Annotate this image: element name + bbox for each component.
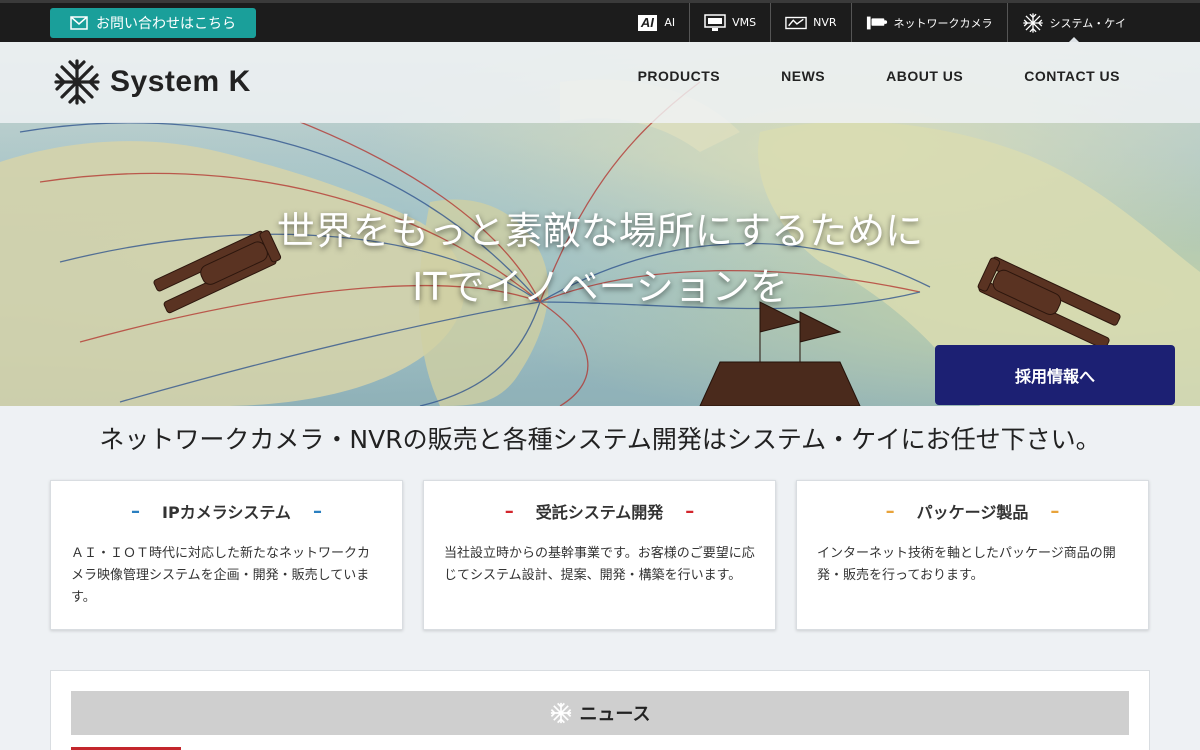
systemk-logo-icon <box>551 702 572 724</box>
camera-icon <box>866 16 887 29</box>
nav-about-us[interactable]: ABOUT US <box>886 68 963 84</box>
site-header: System K PRODUCTS NEWS ABOUT US CONTACT … <box>0 42 1200 123</box>
service-card-description: 当社設立時からの基幹事業です。お客様のご要望に応じてシステム設計、提案、開発・構… <box>444 546 755 583</box>
service-card-title: – IPカメラシステム – <box>131 500 322 523</box>
accent-dash: – <box>312 500 322 522</box>
service-card-ip-camera[interactable]: – IPカメラシステム – ＡＩ・ＩＯＴ時代に対応した新たなネットワークカメラ映… <box>50 480 403 630</box>
service-card-contract-development[interactable]: – 受託システム開発 – 当社設立時からの基幹事業です。お客様のご要望に応じてシ… <box>423 480 776 630</box>
accent-dash: – <box>504 500 514 522</box>
hero-banner: System K PRODUCTS NEWS ABOUT US CONTACT … <box>0 42 1200 406</box>
service-card-package-products[interactable]: – パッケージ製品 – インターネット技術を軸としたパッケージ商品の開発・販売を… <box>796 480 1149 630</box>
site-logo[interactable]: System K <box>52 57 251 107</box>
nav-products[interactable]: PRODUCTS <box>638 68 721 84</box>
news-section: ニュース <box>50 670 1150 750</box>
nav-news[interactable]: NEWS <box>781 68 825 84</box>
mail-icon <box>70 16 88 30</box>
monitor-icon <box>704 13 726 31</box>
company-tagline: ネットワークカメラ・NVRの販売と各種システム開発はシステム・ケイにお任せ下さい… <box>99 425 1101 454</box>
accent-dash: – <box>685 500 695 522</box>
service-card-description: インターネット技術を軸としたパッケージ商品の開発・販売を行っております。 <box>817 546 1116 583</box>
top-nav-system-k[interactable]: システム・ケイ <box>1006 3 1140 43</box>
accent-dash: – <box>1050 500 1060 522</box>
top-nav-network-camera[interactable]: ネットワークカメラ <box>850 3 1007 42</box>
accent-dash: – <box>885 500 895 522</box>
ai-icon: AI <box>637 14 657 31</box>
hero-headline-line-2: ITでイノベーションを <box>412 265 788 309</box>
nav-contact-us[interactable]: CONTACT US <box>1024 68 1120 84</box>
main-nav: PRODUCTS NEWS ABOUT US CONTACT US <box>638 68 1120 84</box>
news-heading: ニュース <box>71 691 1129 735</box>
service-card-description: ＡＩ・ＩＯＴ時代に対応した新たなネットワークカメラ映像管理システムを企画・開発・… <box>71 546 371 605</box>
contact-button[interactable]: お問い合わせはこちら <box>50 8 256 38</box>
contact-button-label: お問い合わせはこちら <box>96 16 236 32</box>
service-card-title: – 受託システム開発 – <box>504 500 695 523</box>
nvr-icon <box>785 16 807 29</box>
systemk-logo-icon <box>54 59 100 105</box>
ship-decoration <box>699 301 861 406</box>
top-bar: お問い合わせはこちら AI AI VMS NVR ネットワークカメラ システム・… <box>0 0 1200 43</box>
service-card-title: – パッケージ製品 – <box>885 500 1060 523</box>
logo-text: System K <box>110 65 251 98</box>
hero-headline-line-1: 世界をもっと素敵な場所にするために <box>276 209 924 253</box>
accent-dash: – <box>131 500 141 522</box>
systemk-logo-icon <box>1022 12 1043 33</box>
top-nav-vms[interactable]: VMS <box>689 3 770 42</box>
top-nav-nvr[interactable]: NVR <box>770 3 850 42</box>
top-nav-ai[interactable]: AI AI <box>622 3 689 42</box>
recruit-button[interactable]: 採用情報へ <box>935 345 1175 405</box>
top-nav: AI AI VMS NVR ネットワークカメラ システム・ケイ <box>622 3 1140 43</box>
